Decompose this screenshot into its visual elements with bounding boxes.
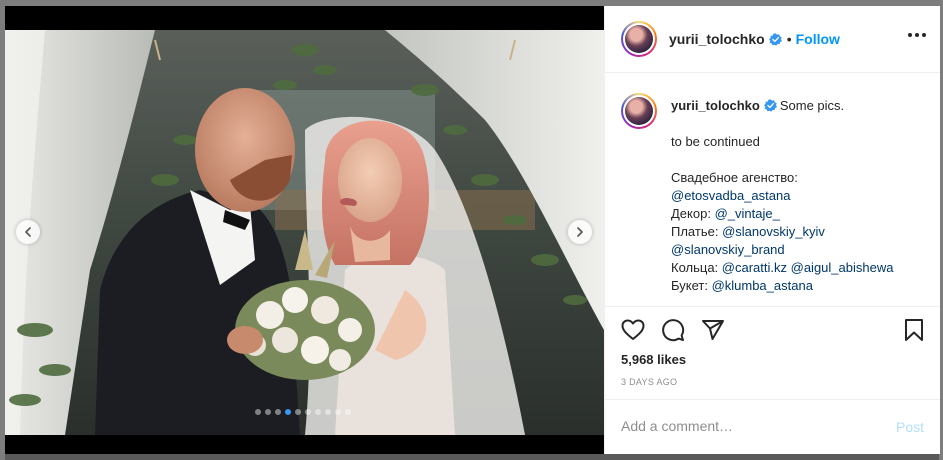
- profile-picture: [625, 25, 653, 53]
- share-icon[interactable]: [701, 318, 725, 342]
- post-media: [5, 6, 604, 454]
- heart-icon[interactable]: [621, 318, 645, 342]
- carousel-dot: [305, 409, 311, 415]
- caption-line: to be continued: [671, 134, 760, 149]
- verified-badge-icon: [768, 32, 782, 46]
- avatar[interactable]: [621, 21, 657, 57]
- caption-dress-label: Платье:: [671, 224, 723, 239]
- carousel-dot: [265, 409, 271, 415]
- post-comment-button[interactable]: Post: [896, 419, 924, 435]
- caption-agency-label: Свадебное агенство:: [671, 170, 798, 185]
- mention-link[interactable]: @etosvadba_astana: [671, 188, 790, 203]
- chevron-right-icon: [577, 227, 583, 237]
- post-date[interactable]: 3 DAYS AGO: [621, 377, 677, 387]
- mention-link[interactable]: @klumba_astana: [712, 278, 813, 293]
- caption-text: yurii_tolochko Some pics. to be continue…: [671, 97, 933, 295]
- wedding-photo: [5, 30, 604, 435]
- action-bar: [621, 318, 926, 344]
- chevron-left-icon: [25, 227, 31, 237]
- caption-rings-label: Кольца:: [671, 260, 722, 275]
- mention-link[interactable]: @slanovskiy_kyiv: [722, 224, 825, 239]
- verified-badge-icon: [763, 99, 777, 112]
- caption-avatar[interactable]: [621, 93, 657, 129]
- comment-icon[interactable]: [661, 318, 685, 342]
- comment-input[interactable]: [621, 418, 871, 434]
- caption-decor-label: Декор:: [671, 206, 715, 221]
- carousel-dot: [335, 409, 341, 415]
- header-username[interactable]: yurii_tolochko: [669, 31, 765, 47]
- carousel-dot: [255, 409, 261, 415]
- likes-count[interactable]: 5,968 likes: [621, 352, 686, 367]
- carousel-dot: [345, 409, 351, 415]
- follow-button[interactable]: Follow: [796, 31, 840, 47]
- caption-section: yurii_tolochko Some pics. to be continue…: [605, 73, 940, 307]
- mention-link[interactable]: @caratti.kz: [722, 260, 787, 275]
- caption-bouquet-label: Букет:: [671, 278, 712, 293]
- post-header: yurii_tolochko • Follow: [605, 6, 940, 73]
- more-options-icon[interactable]: [908, 33, 926, 37]
- caption-first-line: Some pics.: [779, 98, 845, 113]
- carousel-dot: [275, 409, 281, 415]
- bookmark-icon[interactable]: [902, 318, 926, 342]
- post-side-panel: yurii_tolochko • Follow yurii_tolochko S…: [604, 6, 940, 454]
- mention-link[interactable]: @slanovskiy_brand: [671, 242, 785, 257]
- carousel-next-button[interactable]: [568, 220, 592, 244]
- carousel-dot: [285, 409, 291, 415]
- carousel-dot: [295, 409, 301, 415]
- separator-dot: •: [786, 31, 792, 47]
- page-below-strip: [5, 454, 939, 460]
- carousel-prev-button[interactable]: [16, 220, 40, 244]
- mention-link[interactable]: @aigul_abishewa: [791, 260, 894, 275]
- mention-link[interactable]: @_vintaje_: [715, 206, 780, 221]
- carousel-dot: [325, 409, 331, 415]
- caption-username[interactable]: yurii_tolochko: [671, 98, 760, 113]
- comment-form: Post: [605, 399, 940, 455]
- carousel-indicator: [255, 409, 351, 415]
- profile-picture: [625, 97, 653, 125]
- carousel-dot: [315, 409, 321, 415]
